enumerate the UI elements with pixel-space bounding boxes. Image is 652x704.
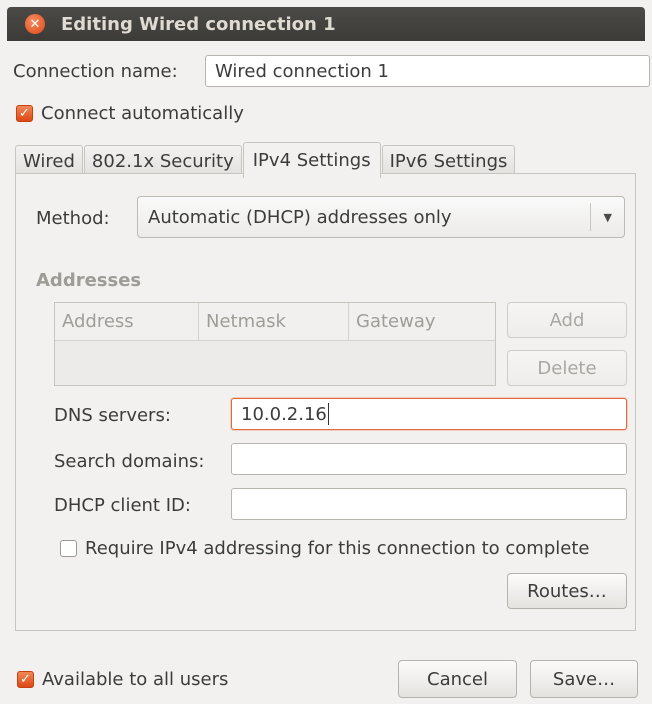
column-netmask[interactable]: Netmask: [199, 303, 349, 340]
connect-automatically-label: Connect automatically: [41, 102, 244, 124]
column-gateway[interactable]: Gateway: [349, 303, 495, 340]
dns-row: DNS servers:: [54, 402, 171, 428]
tab-wired-label: Wired: [23, 151, 75, 172]
close-button[interactable]: ✕: [25, 14, 45, 34]
routes-button[interactable]: Routes…: [507, 573, 627, 609]
method-dropdown[interactable]: Automatic (DHCP) addresses only ▼: [137, 196, 625, 238]
text-caret: [327, 403, 329, 425]
method-label: Method:: [36, 207, 110, 229]
dns-servers-label: DNS servers:: [54, 404, 171, 426]
method-value: Automatic (DHCP) addresses only: [148, 206, 452, 228]
delete-address-button[interactable]: Delete: [507, 350, 627, 386]
tab-ipv4-settings[interactable]: IPv4 Settings: [242, 142, 381, 178]
add-label: Add: [549, 309, 585, 331]
tab-ipv4-label: IPv4 Settings: [252, 150, 371, 171]
close-icon: ✕: [29, 16, 41, 32]
connection-name-label: Connection name:: [13, 60, 178, 82]
search-domains-row: Search domains:: [54, 448, 204, 474]
chevron-down-icon: ▼: [603, 211, 612, 224]
title-bar: ✕ Editing Wired connection 1: [7, 7, 645, 41]
connection-name-input[interactable]: Wired connection 1: [205, 55, 650, 87]
search-domains-input[interactable]: [231, 443, 627, 475]
require-ipv4-label: Require IPv4 addressing for this connect…: [85, 537, 590, 559]
connect-automatically-checkbox[interactable]: ✓ Connect automatically: [16, 100, 244, 126]
add-address-button[interactable]: Add: [507, 302, 627, 338]
delete-label: Delete: [537, 357, 597, 379]
search-domains-label: Search domains:: [54, 450, 205, 472]
column-address[interactable]: Address: [55, 303, 199, 340]
method-row: Method:: [36, 205, 110, 231]
tab-8021x-label: 802.1x Security: [91, 151, 234, 172]
available-to-all-users-label: Available to all users: [42, 668, 229, 690]
addresses-table-header: Address Netmask Gateway: [55, 303, 495, 341]
routes-label: Routes…: [527, 580, 607, 602]
dhcp-client-id-label: DHCP client ID:: [54, 494, 191, 516]
checkbox-icon: [60, 539, 77, 557]
require-ipv4-checkbox[interactable]: Require IPv4 addressing for this connect…: [60, 535, 589, 561]
available-to-all-users-checkbox[interactable]: ✓ Available to all users: [17, 666, 228, 692]
save-button[interactable]: Save…: [530, 660, 638, 698]
connection-name-row: Connection name:: [13, 55, 178, 87]
dhcp-client-id-row: DHCP client ID:: [54, 492, 191, 518]
dropdown-separator: [590, 203, 591, 231]
dns-servers-value: 10.0.2.16: [241, 403, 327, 425]
check-icon: ✓: [17, 670, 34, 688]
cancel-label: Cancel: [427, 668, 488, 690]
tab-ipv6-label: IPv6 Settings: [389, 151, 508, 172]
addresses-heading: Addresses: [36, 270, 142, 291]
dhcp-client-id-input[interactable]: [231, 488, 627, 520]
cancel-button[interactable]: Cancel: [398, 660, 517, 698]
dns-servers-input[interactable]: 10.0.2.16: [231, 398, 627, 430]
save-label: Save…: [552, 668, 616, 690]
check-icon: ✓: [16, 104, 33, 122]
tab-bar: Wired 802.1x Security IPv4 Settings IPv6…: [15, 141, 516, 178]
connection-name-value: Wired connection 1: [215, 60, 389, 82]
window-title: Editing Wired connection 1: [61, 13, 336, 35]
addresses-table[interactable]: Address Netmask Gateway: [54, 302, 496, 386]
